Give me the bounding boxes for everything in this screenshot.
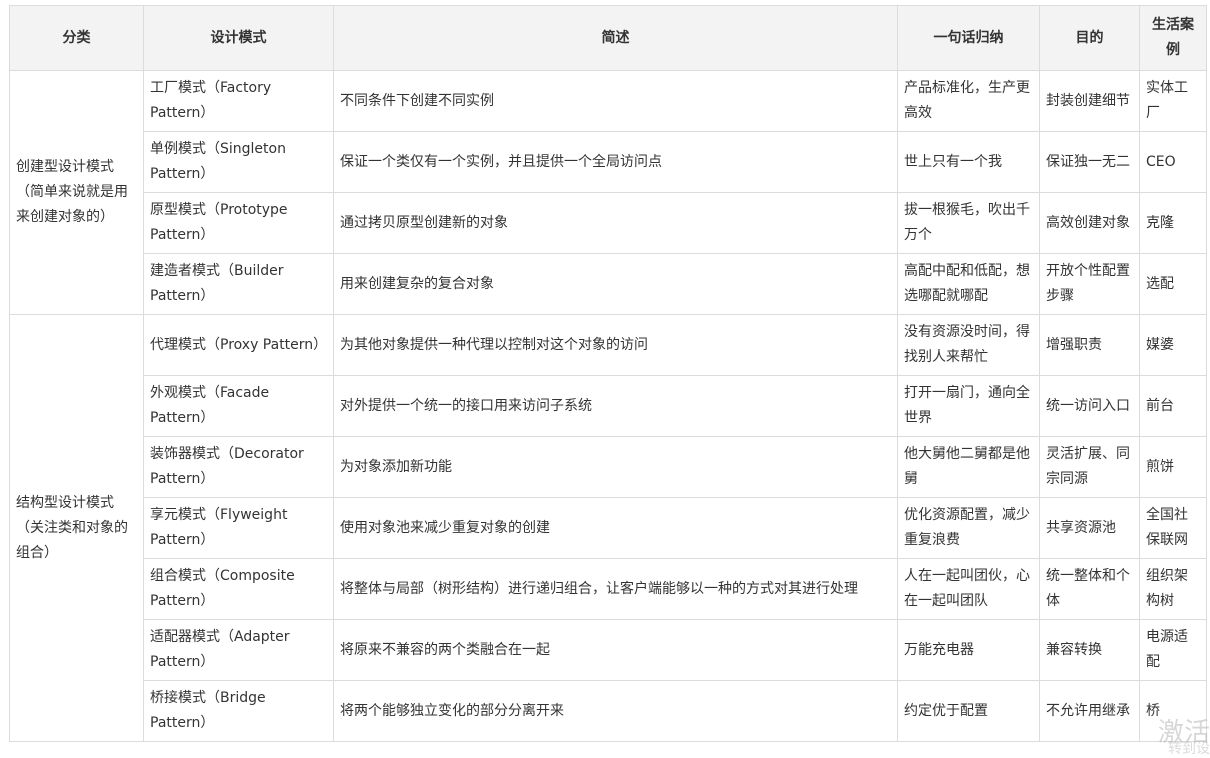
pattern-purpose: 保证独一无二 [1039, 131, 1140, 193]
pattern-name: 桥接模式（Bridge Pattern） [143, 680, 334, 742]
pattern-name: 装饰器模式（Decorator Pattern） [143, 436, 334, 498]
pattern-name: 外观模式（Facade Pattern） [143, 375, 334, 437]
pattern-example: 组织架构树 [1139, 558, 1207, 620]
pattern-description: 不同条件下创建不同实例 [333, 70, 898, 132]
pattern-name: 建造者模式（Builder Pattern） [143, 253, 334, 315]
header-example: 生活案例 [1139, 5, 1207, 71]
table-row: 单例模式（Singleton Pattern） 保证一个类仅有一个实例，并且提供… [10, 131, 1207, 193]
pattern-name: 单例模式（Singleton Pattern） [143, 131, 334, 193]
pattern-summary: 产品标准化，生产更高效 [897, 70, 1040, 132]
pattern-summary: 人在一起叫团伙，心在一起叫团队 [897, 558, 1040, 620]
pattern-name: 工厂模式（Factory Pattern） [143, 70, 334, 132]
pattern-description: 对外提供一个统一的接口用来访问子系统 [333, 375, 898, 437]
pattern-example: 媒婆 [1139, 314, 1207, 376]
pattern-description: 将原来不兼容的两个类融合在一起 [333, 619, 898, 681]
header-category: 分类 [9, 5, 144, 71]
table-row: 建造者模式（Builder Pattern） 用来创建复杂的复合对象 高配中配和… [10, 253, 1207, 315]
pattern-description: 为对象添加新功能 [333, 436, 898, 498]
pattern-summary: 约定优于配置 [897, 680, 1040, 742]
pattern-purpose: 增强职责 [1039, 314, 1140, 376]
table-header-row: 分类 设计模式 简述 一句话归纳 目的 生活案例 [9, 5, 1207, 71]
design-pattern-table: 分类 设计模式 简述 一句话归纳 目的 生活案例 创建型设计模式（简单来说就是用… [9, 5, 1207, 742]
table-row: 适配器模式（Adapter Pattern） 将原来不兼容的两个类融合在一起 万… [10, 619, 1207, 681]
pattern-summary: 优化资源配置，减少重复浪费 [897, 497, 1040, 559]
pattern-summary: 万能充电器 [897, 619, 1040, 681]
pattern-purpose: 不允许用继承 [1039, 680, 1140, 742]
pattern-description: 使用对象池来减少重复对象的创建 [333, 497, 898, 559]
table-row: 外观模式（Facade Pattern） 对外提供一个统一的接口用来访问子系统 … [10, 375, 1207, 437]
pattern-name: 代理模式（Proxy Pattern） [143, 314, 334, 376]
table-row: 创建型设计模式（简单来说就是用来创建对象的） 工厂模式（Factory Patt… [9, 70, 1207, 315]
pattern-description: 保证一个类仅有一个实例，并且提供一个全局访问点 [333, 131, 898, 193]
pattern-purpose: 统一整体和个体 [1039, 558, 1140, 620]
pattern-example: 电源适配 [1139, 619, 1207, 681]
table-row: 桥接模式（Bridge Pattern） 将两个能够独立变化的部分分离开来 约定… [10, 680, 1207, 742]
pattern-summary: 高配中配和低配，想选哪配就哪配 [897, 253, 1040, 315]
header-pattern: 设计模式 [143, 5, 334, 71]
pattern-name: 组合模式（Composite Pattern） [143, 558, 334, 620]
table-row: 结构型设计模式（关注类和对象的组合） 代理模式（Proxy Pattern） 为… [9, 314, 1207, 742]
pattern-example: 煎饼 [1139, 436, 1207, 498]
category-creational: 创建型设计模式（简单来说就是用来创建对象的） [9, 70, 144, 315]
pattern-example: 全国社保联网 [1139, 497, 1207, 559]
pattern-purpose: 封装创建细节 [1039, 70, 1140, 132]
pattern-purpose: 共享资源池 [1039, 497, 1140, 559]
pattern-purpose: 高效创建对象 [1039, 192, 1140, 254]
pattern-name: 原型模式（Prototype Pattern） [143, 192, 334, 254]
pattern-purpose: 灵活扩展、同宗同源 [1039, 436, 1140, 498]
pattern-example: 克隆 [1139, 192, 1207, 254]
pattern-example: 选配 [1139, 253, 1207, 315]
pattern-summary: 拔一根猴毛，吹出千万个 [897, 192, 1040, 254]
pattern-name: 适配器模式（Adapter Pattern） [143, 619, 334, 681]
pattern-summary: 打开一扇门，通向全世界 [897, 375, 1040, 437]
table-row: 享元模式（Flyweight Pattern） 使用对象池来减少重复对象的创建 … [10, 497, 1207, 559]
pattern-description: 将两个能够独立变化的部分分离开来 [333, 680, 898, 742]
pattern-purpose: 开放个性配置步骤 [1039, 253, 1140, 315]
pattern-description: 通过拷贝原型创建新的对象 [333, 192, 898, 254]
table-row: 装饰器模式（Decorator Pattern） 为对象添加新功能 他大舅他二舅… [10, 436, 1207, 498]
pattern-example: CEO [1139, 131, 1207, 193]
pattern-description: 用来创建复杂的复合对象 [333, 253, 898, 315]
pattern-description: 将整体与局部（树形结构）进行递归组合，让客户端能够以一种的方式对其进行处理 [333, 558, 898, 620]
table-row: 原型模式（Prototype Pattern） 通过拷贝原型创建新的对象 拔一根… [10, 192, 1207, 254]
pattern-purpose: 兼容转换 [1039, 619, 1140, 681]
pattern-name: 享元模式（Flyweight Pattern） [143, 497, 334, 559]
header-purpose: 目的 [1039, 5, 1140, 71]
table-row: 组合模式（Composite Pattern） 将整体与局部（树形结构）进行递归… [10, 558, 1207, 620]
pattern-summary: 没有资源没时间，得找别人来帮忙 [897, 314, 1040, 376]
category-structural: 结构型设计模式（关注类和对象的组合） [9, 314, 144, 742]
pattern-example: 实体工厂 [1139, 70, 1207, 132]
pattern-description: 为其他对象提供一种代理以控制对这个对象的访问 [333, 314, 898, 376]
header-description: 简述 [333, 5, 898, 71]
pattern-purpose: 统一访问入口 [1039, 375, 1140, 437]
activation-watermark-subtext: 转到设 [1168, 741, 1210, 757]
header-summary: 一句话归纳 [897, 5, 1040, 71]
pattern-summary: 世上只有一个我 [897, 131, 1040, 193]
pattern-summary: 他大舅他二舅都是他舅 [897, 436, 1040, 498]
pattern-example: 前台 [1139, 375, 1207, 437]
